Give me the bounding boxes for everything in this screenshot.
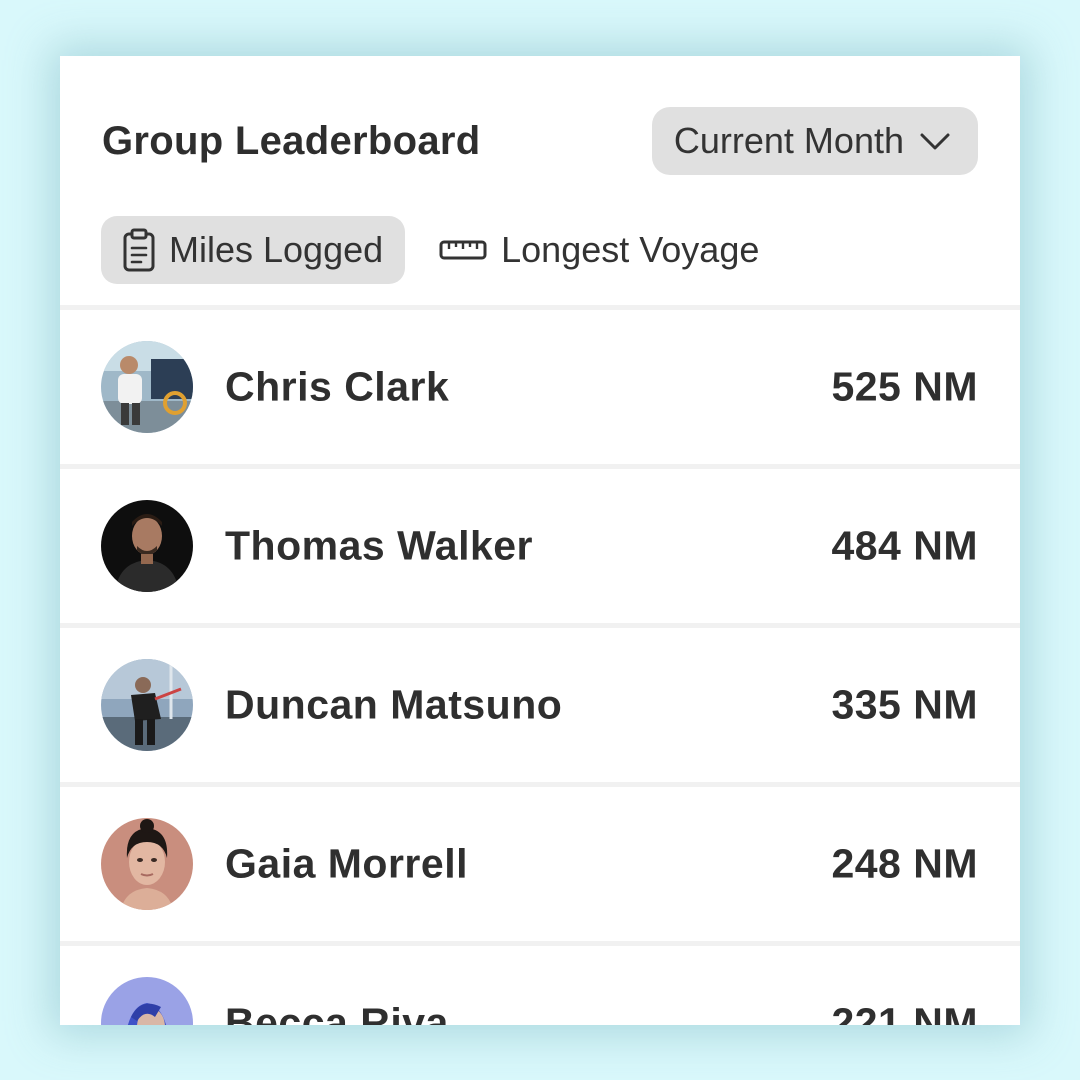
page-title: Group Leaderboard [102,118,481,163]
participant-name: Becca Riva [225,999,449,1026]
leaderboard-card: Group Leaderboard Current Month Miles Lo… [60,56,1020,1025]
leaderboard-row[interactable]: Chris Clark 525 NM [60,305,1020,464]
tab-label: Longest Voyage [501,229,760,270]
participant-name: Chris Clark [225,363,450,410]
participant-miles: 335 NM [831,681,978,728]
metric-tabs: Miles Logged Longest Voyage [101,216,781,284]
participant-name: Thomas Walker [225,522,534,569]
ruler-icon [439,238,487,262]
period-dropdown[interactable]: Current Month [651,107,978,175]
chevron-down-icon [918,124,952,158]
participant-miles: 484 NM [831,522,978,569]
clipboard-icon [123,228,155,272]
tab-label: Miles Logged [169,229,384,270]
avatar [101,659,193,751]
participant-name: Gaia Morrell [225,840,468,887]
avatar [101,341,193,433]
leaderboard-row[interactable]: Duncan Matsuno 335 NM [60,623,1020,782]
leaderboard-row[interactable]: Thomas Walker 484 NM [60,464,1020,623]
participant-miles: 525 NM [831,363,978,410]
participant-name: Duncan Matsuno [225,681,563,728]
leaderboard-row[interactable]: Becca Riva 221 NM [60,941,1020,1025]
leaderboard-list: Chris Clark 525 NM Thomas Walker 484 NM [60,305,1020,1025]
participant-miles: 248 NM [831,840,978,887]
period-dropdown-label: Current Month [673,120,904,161]
leaderboard-header: Group Leaderboard Current Month [102,107,978,175]
tab-longest-voyage[interactable]: Longest Voyage [419,216,781,284]
avatar [101,500,193,592]
avatar [101,818,193,910]
leaderboard-row[interactable]: Gaia Morrell 248 NM [60,782,1020,941]
participant-miles: 221 NM [831,999,978,1026]
avatar [101,977,193,1025]
tab-miles-logged[interactable]: Miles Logged [101,216,406,284]
